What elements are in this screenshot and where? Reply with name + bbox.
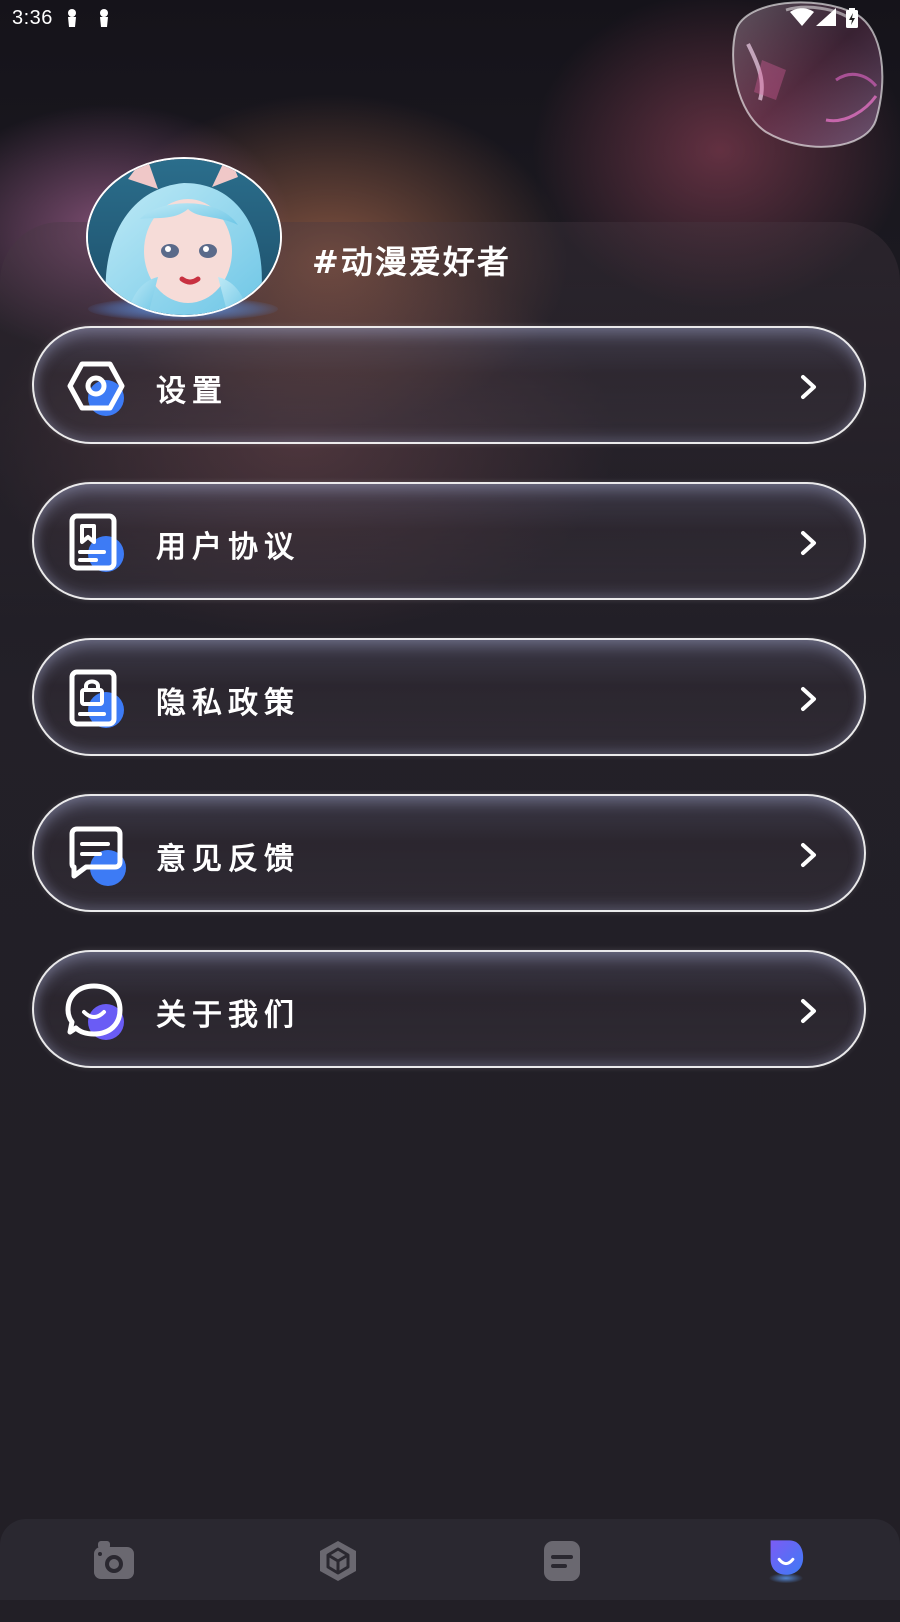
menu-item-settings[interactable]: 设置 <box>32 326 866 444</box>
menu-item-privacy-policy[interactable]: 隐私政策 <box>32 638 866 756</box>
username: #动漫爱好者 <box>312 243 511 281</box>
profile-avatar-container[interactable] <box>86 157 282 321</box>
camera-icon[interactable] <box>90 1537 138 1585</box>
menu-item-feedback[interactable]: 意见反馈 <box>32 794 866 912</box>
settings-icon <box>67 361 125 416</box>
menu-item-user-agreement[interactable]: 用户协议 <box>32 482 866 600</box>
notification-icon <box>100 9 108 27</box>
avatar[interactable] <box>86 157 282 317</box>
chevron-right-icon <box>801 999 816 1023</box>
menu-item-label: 设置 <box>156 374 228 409</box>
profile-icon[interactable] <box>762 1537 810 1585</box>
document-icon[interactable] <box>538 1537 586 1585</box>
chevron-right-icon <box>801 687 816 711</box>
battery-icon <box>846 8 858 28</box>
cube-icon[interactable] <box>314 1537 362 1585</box>
menu-item-about-us[interactable]: 关于我们 <box>32 950 866 1068</box>
status-time: 3:36 <box>12 7 53 29</box>
feedback-icon <box>69 826 126 886</box>
menu-item-label: 意见反馈 <box>156 842 300 877</box>
menu-item-label: 隐私政策 <box>156 686 300 721</box>
menu-item-label: 关于我们 <box>156 998 300 1033</box>
wifi-icon <box>790 8 814 26</box>
chevron-right-icon <box>801 531 816 555</box>
signal-icon <box>816 8 836 26</box>
status-bar: 3:36 <box>0 0 900 36</box>
privacy-policy-icon <box>69 669 124 728</box>
menu-item-label: 用户协议 <box>156 530 300 565</box>
user-agreement-icon <box>69 513 124 572</box>
about-us-icon <box>65 983 124 1040</box>
chevron-right-icon <box>801 375 816 399</box>
bottom-tab-bar <box>0 1519 900 1600</box>
notification-icon <box>68 9 76 27</box>
chevron-right-icon <box>801 843 816 867</box>
